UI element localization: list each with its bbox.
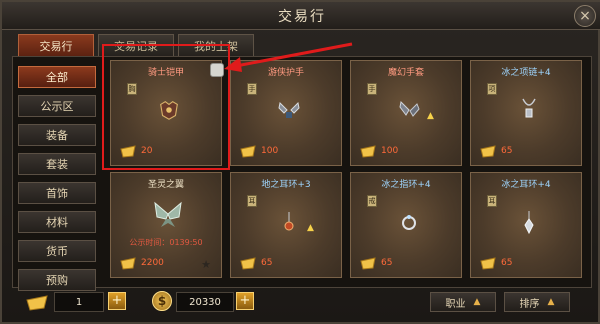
currency-icon: $ (152, 291, 172, 311)
item-price: 100 (381, 146, 399, 156)
item-price: 100 (261, 146, 279, 156)
ring-icon (397, 209, 421, 235)
item-card[interactable]: 圣灵之翼 公示时间：0139:50 2200 ★ (110, 172, 222, 278)
glove-icon (397, 97, 421, 123)
sidebar-item-currency[interactable]: 货币 (18, 240, 96, 262)
price-row: 65 (479, 255, 512, 271)
item-card[interactable]: 冰之指环+4 戒 65 (350, 172, 462, 278)
slot-badge: 项 (487, 83, 497, 95)
sort-button[interactable]: 排序 ▲ (504, 292, 570, 312)
slot-badge: 耳 (487, 195, 497, 207)
item-price: 65 (261, 258, 273, 268)
gold-ingot-icon (480, 257, 496, 270)
price-row: 65 (239, 255, 272, 271)
bottom-bar: 1 + $ 20330 + 职业 ▲ 排序 ▲ (10, 290, 590, 316)
slot-badge: 手 (367, 83, 377, 95)
item-card[interactable]: 冰之耳环+4 耳 65 (470, 172, 582, 278)
price-row: 100 (359, 143, 398, 159)
star-icon[interactable]: ★ (201, 258, 211, 271)
annotation-highlight-box (102, 44, 230, 170)
quantity-field[interactable]: 1 (54, 292, 104, 312)
price-row: 100 (239, 143, 278, 159)
item-price: 65 (501, 146, 513, 156)
slot-badge: 戒 (367, 195, 377, 207)
price-row: 65 (359, 255, 392, 271)
item-card[interactable]: 地之耳环+3 耳 ▲ 65 (230, 172, 342, 278)
gold-ingot-icon (120, 257, 136, 270)
gold-ingot-icon (26, 295, 48, 311)
necklace-icon (517, 97, 541, 123)
sidebar-item-all[interactable]: 全部 (18, 66, 96, 88)
gold-ingot-icon (360, 257, 376, 270)
gold-ingot-icon (240, 145, 256, 158)
sidebar-item-jewelry[interactable]: 首饰 (18, 182, 96, 204)
chevron-up-icon: ▲ (547, 297, 555, 307)
price-row: 65 (479, 143, 512, 159)
sidebar-item-equipment[interactable]: 装备 (18, 124, 96, 146)
category-sidebar: 全部 公示区 装备 套装 首饰 材料 货币 预购 (18, 66, 98, 298)
gold-ingot-icon (360, 145, 376, 158)
sidebar-item-public[interactable]: 公示区 (18, 95, 96, 117)
item-name: 地之耳环+3 (261, 180, 311, 190)
gauntlet-icon (277, 97, 301, 123)
item-price: 2200 (141, 258, 164, 268)
item-name: 冰之耳环+4 (501, 180, 551, 190)
window-title: 交易行 (278, 8, 326, 25)
add-quantity-button[interactable]: + (108, 292, 126, 310)
chevron-up-icon: ▲ (473, 297, 481, 307)
sort-label: 排序 (519, 298, 540, 310)
item-card[interactable]: 魔幻手套 手 ▲ 100 (350, 60, 462, 166)
annotation-arrow-icon (224, 42, 353, 72)
item-name: 圣灵之翼 (147, 180, 184, 190)
item-name: 冰之指环+4 (381, 180, 431, 190)
sidebar-item-preorder[interactable]: 预购 (18, 269, 96, 291)
upgrade-arrow-icon: ▲ (427, 111, 434, 121)
item-name: 冰之项链+4 (501, 68, 551, 78)
slot-badge: 耳 (247, 195, 257, 207)
gold-ingot-icon (240, 257, 256, 270)
recharge-button[interactable]: + (236, 292, 254, 310)
sidebar-item-materials[interactable]: 材料 (18, 211, 96, 233)
sidebar-item-sets[interactable]: 套装 (18, 153, 96, 175)
title-bar: 交易行 × (2, 2, 600, 30)
profession-filter-button[interactable]: 职业 ▲ (430, 292, 496, 312)
balance-field: 20330 (176, 292, 234, 312)
item-price: 65 (501, 258, 513, 268)
earring-icon (517, 209, 541, 235)
item-card[interactable]: 冰之项链+4 项 65 (470, 60, 582, 166)
price-row: 2200 (119, 255, 164, 271)
gold-ingot-icon (480, 145, 496, 158)
upgrade-arrow-icon: ▲ (307, 223, 314, 233)
item-price: 65 (381, 258, 393, 268)
wings-icon (151, 197, 185, 231)
public-timer: 公示时间：0139:50 (129, 238, 203, 247)
profession-label: 职业 (445, 298, 466, 310)
earring-icon (277, 209, 301, 235)
slot-badge: 手 (247, 83, 257, 95)
tab-trade[interactable]: 交易行 (18, 34, 94, 56)
item-name: 魔幻手套 (387, 68, 424, 78)
close-icon: × (579, 8, 591, 24)
close-button[interactable]: × (574, 5, 596, 27)
